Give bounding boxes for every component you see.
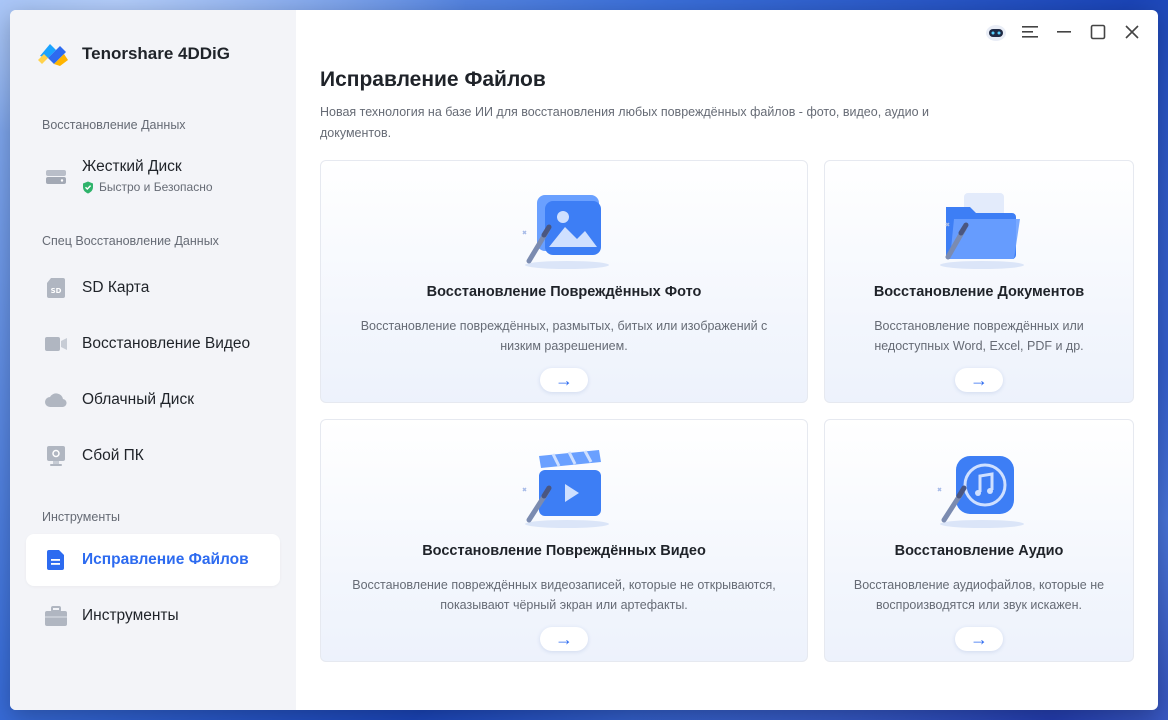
page-title: Исправление Файлов xyxy=(320,68,546,91)
sidebar-item-hard-disk[interactable]: Жесткий Диск Быстро и Безопасно xyxy=(26,144,280,208)
card-title: Восстановление Аудио xyxy=(894,543,1064,559)
sidebar-item-label: SD Карта xyxy=(82,279,150,296)
sidebar-item-video-recovery[interactable]: Восстановление Видео xyxy=(26,318,280,370)
document-folder-icon xyxy=(924,191,1034,271)
video-camera-icon xyxy=(44,332,68,356)
arrow-right-icon: → xyxy=(555,629,573,649)
arrow-right-icon: → xyxy=(970,629,988,649)
maximize-icon[interactable] xyxy=(1086,22,1110,42)
toolbox-icon xyxy=(44,604,68,628)
close-icon[interactable] xyxy=(1120,22,1144,42)
safety-badge: Быстро и Безопасно xyxy=(82,180,213,194)
card-description: Восстановление повреждённых видеозаписей… xyxy=(352,578,776,612)
app-logo-icon xyxy=(34,34,74,74)
app-window: Tenorshare 4DDiG Восстановление Данных Ж… xyxy=(10,10,1158,710)
sidebar-item-label: Исправление Файлов xyxy=(82,551,249,568)
cloud-icon xyxy=(44,388,68,412)
card-title: Восстановление Повреждённых Видео xyxy=(422,543,706,559)
card-title: Восстановление Повреждённых Фото xyxy=(426,284,702,300)
sidebar-item-label: Облачный Диск xyxy=(82,391,194,408)
sd-card-icon: SD xyxy=(44,276,68,300)
sidebar-item-label: Сбой ПК xyxy=(82,447,144,464)
card-go-button[interactable]: → xyxy=(540,368,588,392)
card-go-button[interactable]: → xyxy=(955,368,1003,392)
sidebar-item-sd-card[interactable]: SD SD Карта xyxy=(26,262,280,314)
sidebar: Tenorshare 4DDiG Восстановление Данных Ж… xyxy=(10,10,296,710)
pc-crash-icon xyxy=(44,444,68,468)
card-audio-repair[interactable]: Восстановление Аудио Восстановление ауди… xyxy=(824,419,1134,662)
card-description: Восстановление повреждённых, размытых, б… xyxy=(360,319,768,353)
card-description: Восстановление аудиофайлов, которые не в… xyxy=(853,578,1105,612)
sidebar-item-label: Жесткий Диск xyxy=(82,158,182,175)
window-controls xyxy=(984,22,1144,42)
arrow-right-icon: → xyxy=(970,370,988,390)
svg-text:SD: SD xyxy=(51,287,62,295)
section-label-tools: Инструменты xyxy=(42,510,120,524)
sidebar-item-tools[interactable]: Инструменты xyxy=(26,590,280,642)
hard-drive-icon xyxy=(44,164,68,188)
card-description: Восстановление повреждённых или недоступ… xyxy=(874,319,1084,353)
card-document-repair[interactable]: Восстановление Документов Восстановление… xyxy=(824,160,1134,403)
section-label-special-recovery: Спец Восстановление Данных xyxy=(42,234,219,248)
section-label-data-recovery: Восстановление Данных xyxy=(42,118,186,132)
audio-repair-icon xyxy=(924,450,1034,530)
assistant-bot-icon[interactable] xyxy=(984,22,1008,42)
shield-check-icon xyxy=(83,181,93,193)
card-title: Восстановление Документов xyxy=(873,284,1085,300)
card-video-repair[interactable]: Восстановление Повреждённых Видео Восста… xyxy=(320,419,808,662)
brand: Tenorshare 4DDiG xyxy=(10,34,296,74)
card-photo-repair[interactable]: Восстановление Повреждённых Фото Восстан… xyxy=(320,160,808,403)
sidebar-item-label: Восстановление Видео xyxy=(82,335,251,352)
video-repair-icon xyxy=(509,450,619,530)
card-go-button[interactable]: → xyxy=(955,627,1003,651)
arrow-right-icon: → xyxy=(555,370,573,390)
sidebar-item-label: Инструменты xyxy=(82,607,179,624)
main-content: Исправление Файлов Новая технология на б… xyxy=(296,10,1158,710)
card-go-button[interactable]: → xyxy=(540,627,588,651)
sidebar-item-pc-crash[interactable]: Сбой ПК xyxy=(26,430,280,482)
file-repair-icon xyxy=(44,548,68,572)
sidebar-item-file-repair[interactable]: Исправление Файлов xyxy=(26,534,280,586)
sidebar-item-cloud-disk[interactable]: Облачный Диск xyxy=(26,374,280,426)
sidebar-item-sublabel: Быстро и Безопасно xyxy=(99,180,213,194)
menu-icon[interactable] xyxy=(1018,22,1042,42)
page-description: Новая технология на базе ИИ для восстано… xyxy=(320,105,929,140)
photo-repair-icon xyxy=(509,191,619,271)
minimize-icon[interactable] xyxy=(1052,22,1076,42)
app-name: Tenorshare 4DDiG xyxy=(82,44,231,63)
